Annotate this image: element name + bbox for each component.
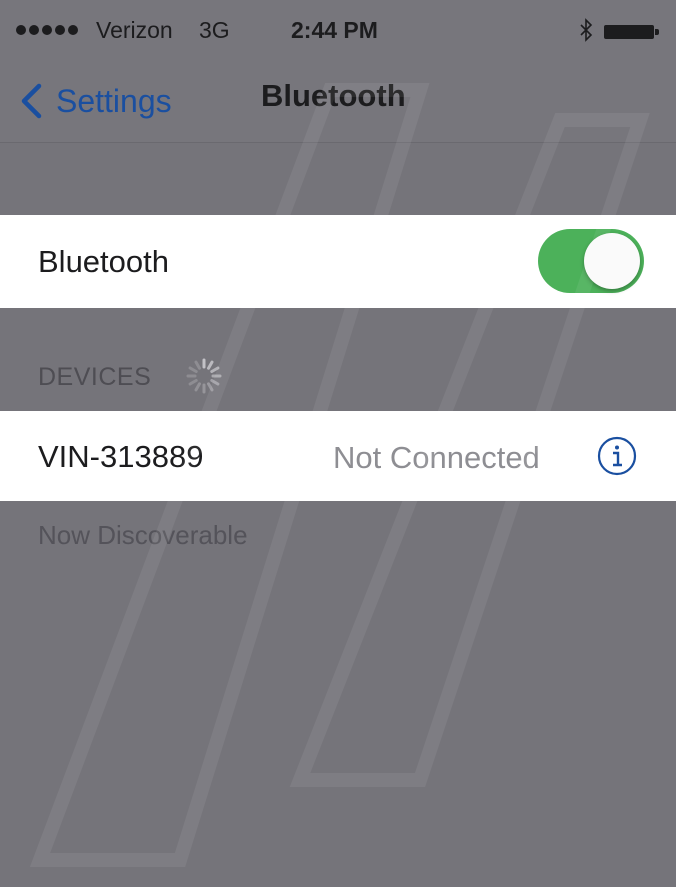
bluetooth-icon [580,18,593,42]
toggle-knob [584,233,640,289]
navigation-bar: Settings Bluetooth [0,62,676,143]
activity-spinner-icon [186,358,222,394]
signal-dots-icon [16,25,78,35]
carrier-label: Verizon [96,17,173,43]
back-button[interactable]: Settings [20,76,172,126]
info-circle-icon[interactable] [597,436,637,476]
chevron-left-icon [21,83,42,119]
status-bar: Verizon 3G 2:44 PM [0,0,676,62]
status-time: 2:44 PM [291,17,378,43]
battery-icon [604,25,659,39]
devices-section-header: DEVICES [38,363,152,391]
device-status: Not Connected [333,440,540,475]
back-label: Settings [56,82,172,119]
bluetooth-label: Bluetooth [38,244,169,279]
page-title: Bluetooth [261,78,406,113]
discoverable-status: Now Discoverable [38,520,248,550]
bluetooth-toggle[interactable] [538,229,644,293]
network-type-label: 3G [199,17,230,43]
device-name: VIN-313889 [38,439,204,474]
device-row[interactable]: VIN-313889 Not Connected [0,411,676,501]
